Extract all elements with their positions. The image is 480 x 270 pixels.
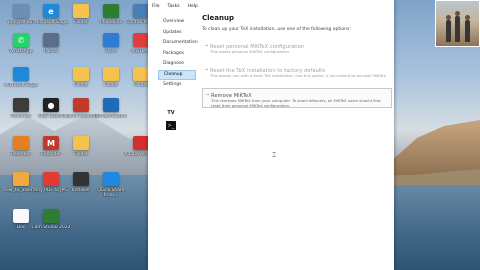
taskbar-mini-icons: TV >_ [166,108,176,134]
desktop-icon[interactable]: Cam Studio 2022 [31,209,71,247]
option-description: This removes MiKTeX from your computer. … [211,98,381,108]
miktex-console-window: File Tasks Help Overview Updates Documen… [148,0,394,270]
arrow-right-icon: → [205,92,210,98]
app-icon [73,172,89,186]
app-icon [73,136,89,150]
nav-item-diagnose[interactable]: Diagnose [158,59,196,70]
desktop-icon[interactable]: Pascal [33,33,69,71]
app-icon: ● [43,98,59,112]
app-icon [103,67,119,81]
remove-miktex-option[interactable]: → Remove MiKTeX This removes MiKTeX from… [202,88,392,108]
person-figure [446,15,451,42]
nav-item-documentation[interactable]: Documentation [158,38,198,49]
nav-item-packages[interactable]: Packages [158,49,196,60]
app-icon [103,98,119,112]
app-icon: ✆ [13,33,29,47]
menu-bar: File Tasks Help [148,2,394,12]
nav-item-cleanup[interactable]: Cleanup [158,69,196,80]
arrow-right-icon: → [204,43,209,49]
cleanup-panel: Cleanup To clean up your TeX installatio… [202,14,392,112]
app-icon: M [43,136,59,150]
menu-file[interactable]: File [152,2,160,12]
app-icon [103,4,119,18]
app-icon [133,67,149,81]
option-description: This resets personal MiKTeX configuratio… [210,49,291,54]
app-icon [13,172,29,186]
page-title: Cleanup [202,14,234,22]
desktop-icon-label: Folder [74,152,88,157]
navigation-sidebar: Overview Updates Documentation Packages … [158,17,198,91]
desktop-icon-grid: Recycle Bin e Microsoft Edge Folder Phonelin… [0,0,158,270]
factory-reset-option[interactable]: → Reset the TeX installation to factory … [202,64,392,84]
app-icon [43,33,59,47]
app-icon [133,4,149,18]
app-icon [103,33,119,47]
option-description: This leaves you with a fresh TeX install… [210,73,388,78]
app-icon [73,67,89,81]
nav-item-settings[interactable]: Settings [158,80,196,91]
nav-item-updates[interactable]: Updates [158,28,196,39]
app-icon [73,98,89,112]
app-icon: e [43,4,59,18]
tex-icon[interactable]: TV [166,108,176,117]
desktop-icon-label: Recorder [10,114,32,119]
desktop-icon[interactable]: Infrastructure [93,98,129,136]
app-icon [133,33,149,47]
desktop-icon-label: Quick Share from... [97,188,125,198]
app-icon [13,67,29,81]
app-icon [103,172,119,186]
app-icon [13,4,29,18]
desktop-icon-label: Microsoft Edge [4,83,38,88]
arrow-right-icon: → [204,67,209,73]
app-icon [13,136,29,150]
intro-text: To clean up your TeX installation, use o… [202,27,351,32]
app-icon [43,209,59,223]
app-icon [13,98,29,112]
reset-personal-config-option[interactable]: → Reset personal MiKTeX configuration Th… [202,40,392,60]
desktop-icon[interactable]: Recorder [3,98,39,136]
nav-item-overview[interactable]: Overview [158,17,196,28]
menu-help[interactable]: Help [188,2,198,12]
desktop-icon[interactable]: Folder [63,136,99,174]
mouse-cursor-icon: ⌶ [272,151,277,159]
app-icon [73,4,89,18]
person-figure [455,11,460,42]
desktop-icon[interactable]: Quick Share from... [93,172,129,210]
app-icon [13,209,29,223]
desktop-icon-label: Infrastructure [95,114,127,119]
desktop-icon-label: Pascal [43,49,59,54]
desktop-icon-label: Cam Studio 2022 [31,225,71,230]
person-figure [465,15,470,42]
webcam-overlay-photo [435,0,480,47]
menu-tasks[interactable]: Tasks [168,2,180,12]
app-icon [133,136,149,150]
terminal-icon[interactable]: >_ [166,121,176,130]
app-icon [43,172,59,186]
